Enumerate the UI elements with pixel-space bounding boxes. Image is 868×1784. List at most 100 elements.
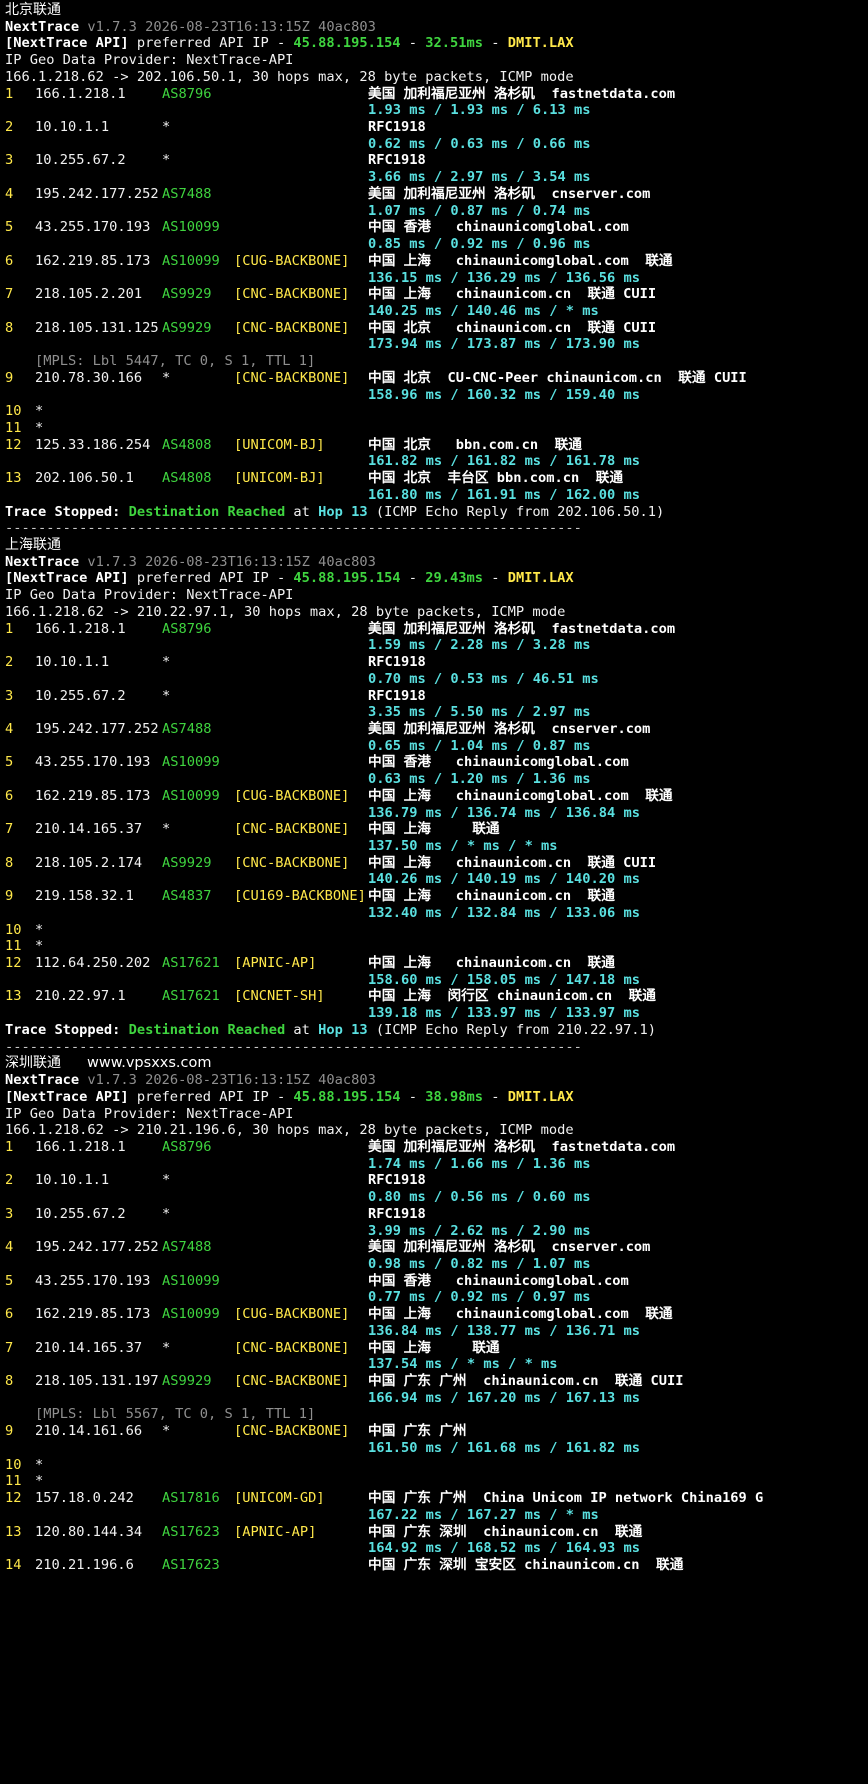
hop-asn: AS8796 — [162, 1138, 212, 1155]
api-dash: - — [482, 570, 508, 587]
hop-geo: 中国 广东 深圳 宝安区 chinaunicom.cn 联通 — [368, 1556, 684, 1573]
hop-ip: 43.255.170.193 — [35, 219, 151, 236]
hop-number: 8 — [5, 319, 14, 336]
hop-asn: AS10099 — [162, 787, 220, 804]
hop-number: 1 — [5, 85, 14, 102]
route-text: 166.1.218.62 -> 210.21.196.6, 30 hops ma… — [5, 1122, 574, 1139]
hop-asn: AS8796 — [162, 85, 212, 102]
api-text: preferred API IP - — [128, 570, 294, 587]
hop-number: 2 — [5, 654, 14, 671]
hop-ip: 210.21.196.6 — [35, 1556, 134, 1573]
section-title-text: 深圳联通 — [5, 1055, 61, 1072]
hop-asn: AS4808 — [162, 436, 212, 453]
hop-backbone-tag: [CNCNET-SH] — [234, 988, 325, 1005]
hop-backbone-tag: [CU169-BACKBONE] — [234, 888, 366, 905]
trace-stopped-label: Trace Stopped: — [5, 503, 129, 520]
hop-ip: 210.14.165.37 — [35, 1339, 143, 1356]
hop-number: 1 — [5, 620, 14, 637]
trace-hop: Hop 13 — [318, 503, 368, 520]
hop-number: 7 — [5, 286, 14, 303]
hop-backbone-tag: [CNC-BACKBONE] — [234, 821, 350, 838]
hop-ip: 157.18.0.242 — [35, 1490, 134, 1507]
hop-number: 4 — [5, 1239, 14, 1256]
hop-asn: * — [162, 821, 171, 838]
hop-asn: AS9929 — [162, 319, 212, 336]
hop-ip: 166.1.218.1 — [35, 85, 126, 102]
hop-number: 6 — [5, 787, 14, 804]
api-dash: - — [482, 1088, 508, 1105]
hop-backbone-tag: [APNIC-AP] — [234, 1523, 317, 1540]
version-text: v1.7.3 2026-08-23T16:13:15Z 40ac803 — [87, 1072, 376, 1089]
hop-asn: AS17623 — [162, 1556, 220, 1573]
hop-number: 12 — [5, 1490, 22, 1507]
hop-ip: 162.219.85.173 — [35, 252, 151, 269]
hop-ip: 218.105.2.201 — [35, 286, 143, 303]
hop-number: 9 — [5, 1423, 14, 1440]
hop-asn: AS17621 — [162, 988, 220, 1005]
api-text: preferred API IP - — [128, 1088, 294, 1105]
hop-asn: AS9929 — [162, 854, 212, 871]
hop-number: 5 — [5, 1272, 14, 1289]
hop-number: 6 — [5, 252, 14, 269]
trace-at: at — [285, 1021, 319, 1038]
trace-status: Destination Reached — [128, 503, 286, 520]
hop-ip: 210.78.30.166 — [35, 369, 143, 386]
hop-backbone-tag: [CUG-BACKBONE] — [234, 787, 350, 804]
api-dash: - — [400, 570, 426, 587]
hop-asn: AS10099 — [162, 754, 220, 771]
hop-asn: AS17623 — [162, 1523, 220, 1540]
hop-ip: 10.10.1.1 — [35, 654, 110, 671]
hop-ip: 112.64.250.202 — [35, 955, 151, 972]
hop-ip: 219.158.32.1 — [35, 888, 134, 905]
hop-ip: 125.33.186.254 — [35, 436, 151, 453]
section-title-text: 北京联通 — [5, 2, 61, 18]
hop-number: 8 — [5, 1373, 14, 1390]
hop-ip: 218.105.131.197 — [35, 1373, 159, 1390]
hop-asn: AS17816 — [162, 1490, 220, 1507]
tool-name: NextTrace — [5, 553, 80, 570]
hop-ip: 43.255.170.193 — [35, 754, 151, 771]
hop-number: 5 — [5, 754, 14, 771]
api-node: DMIT.LAX — [507, 1088, 574, 1105]
version-text: v1.7.3 2026-08-23T16:13:15Z 40ac803 — [87, 18, 376, 35]
hop-asn: AS7488 — [162, 185, 212, 202]
hop-asn: AS8796 — [162, 620, 212, 637]
api-latency: 29.43ms — [425, 570, 483, 587]
hop-ip: 10.10.1.1 — [35, 1172, 110, 1189]
hop-number: 12 — [5, 955, 22, 972]
hop-number: 4 — [5, 720, 14, 737]
hop-backbone-tag: [CUG-BACKBONE] — [234, 252, 350, 269]
hop-rtt: 132.40 ms / 132.84 ms / 133.06 ms — [368, 904, 640, 921]
hop-asn: AS17621 — [162, 955, 220, 972]
trace-tail: (ICMP Echo Reply from 202.106.50.1) — [367, 503, 665, 520]
hop-asn: AS10099 — [162, 252, 220, 269]
hop-asn: * — [162, 369, 171, 386]
api-node: DMIT.LAX — [507, 35, 574, 52]
hop-backbone-tag: [CNC-BACKBONE] — [234, 369, 350, 386]
hop-number: 14 — [5, 1556, 22, 1573]
hop-ip: 120.80.144.34 — [35, 1523, 143, 1540]
hop-rtt: 158.96 ms / 160.32 ms / 159.40 ms — [368, 386, 640, 403]
hop-ip: 43.255.170.193 — [35, 1272, 151, 1289]
hop-ip: 218.105.131.125 — [35, 319, 159, 336]
api-ip: 45.88.195.154 — [293, 35, 401, 52]
api-latency: 38.98ms — [425, 1088, 483, 1105]
api-prefix: [NextTrace API] — [5, 570, 129, 587]
hop-asn: AS4837 — [162, 888, 212, 905]
geo-provider-text: IP Geo Data Provider: NextTrace-API — [5, 587, 294, 604]
hop-rtt: 161.50 ms / 161.68 ms / 161.82 ms — [368, 1439, 640, 1456]
hop-ip: 202.106.50.1 — [35, 470, 134, 487]
geo-provider-text: IP Geo Data Provider: NextTrace-API — [5, 1105, 294, 1122]
tool-name: NextTrace — [5, 1072, 80, 1089]
hop-asn: * — [162, 654, 171, 671]
hop-backbone-tag: [UNICOM-GD] — [234, 1490, 325, 1507]
hop-ip: 210.14.165.37 — [35, 821, 143, 838]
hop-backbone-tag: [APNIC-AP] — [234, 955, 317, 972]
separator-line: ----------------------------------------… — [5, 519, 582, 538]
hop-asn: * — [162, 687, 171, 704]
hop-number: 7 — [5, 821, 14, 838]
hop-ip: 162.219.85.173 — [35, 1306, 151, 1323]
api-dash: - — [400, 35, 426, 52]
hop-number: 3 — [5, 1205, 14, 1222]
hop-asn: AS4808 — [162, 470, 212, 487]
